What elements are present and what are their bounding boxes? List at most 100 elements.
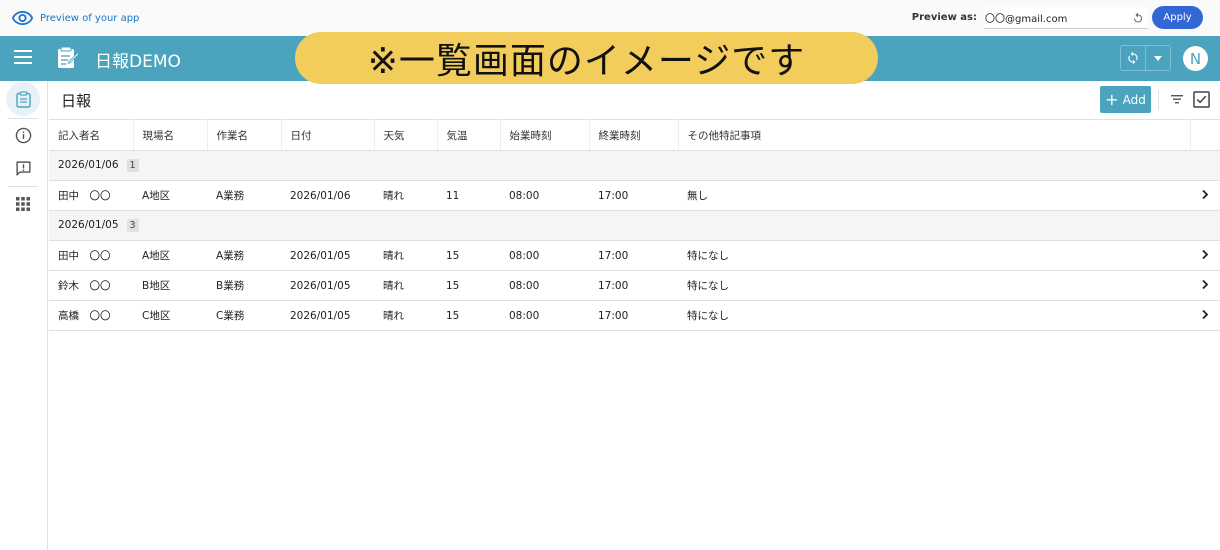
cell: 17:00 — [589, 240, 678, 271]
row-open-cell[interactable] — [1190, 180, 1220, 211]
column-header[interactable]: その他特記事項 — [678, 119, 1191, 151]
column-header[interactable]: 日付 — [281, 119, 375, 151]
cell: 15 — [437, 240, 500, 271]
group-cell: 2026/01/05 3 — [49, 210, 1220, 241]
group-label: 2026/01/06 — [58, 159, 119, 171]
cell: 無し — [678, 180, 1190, 211]
cell: 17:00 — [589, 270, 678, 301]
sync-button[interactable] — [1121, 46, 1147, 70]
caret-down-icon — [1154, 55, 1163, 61]
feedback-icon — [15, 160, 31, 176]
cell: 晴れ — [374, 300, 437, 331]
preview-as-label: Preview as: — [911, 12, 977, 23]
column-header[interactable]: 記入者名 — [49, 119, 134, 151]
sync-control — [1120, 45, 1171, 71]
apps-grid-icon — [16, 197, 30, 211]
cell: 特になし — [678, 270, 1190, 301]
cell: 晴れ — [374, 180, 437, 211]
cell: 08:00 — [500, 180, 589, 211]
table-row[interactable]: 鈴木 〇〇 B地区 B業務 2026/01/05 晴れ 15 08:00 17:… — [49, 270, 1220, 301]
cell: 晴れ — [374, 240, 437, 271]
column-header[interactable]: 気温 — [437, 119, 501, 151]
chevron-right-icon — [1202, 189, 1209, 199]
cell: 特になし — [678, 300, 1190, 331]
eye-icon — [12, 11, 33, 25]
cell: C地区 — [133, 300, 207, 331]
cell: 晴れ — [374, 270, 437, 301]
cell: 2026/01/05 — [281, 270, 374, 301]
clipboard-icon — [15, 90, 31, 108]
sync-dropdown[interactable] — [1146, 46, 1170, 70]
row-open-cell[interactable] — [1190, 300, 1220, 331]
app-title: 日報DEMO — [95, 52, 181, 72]
preview-bar: Preview of your app Preview as: Apply — [0, 0, 1220, 36]
avatar[interactable]: N — [1183, 46, 1208, 71]
column-header[interactable]: 現場名 — [133, 119, 208, 151]
nav-apps[interactable] — [6, 187, 40, 221]
cell: A業務 — [207, 180, 281, 211]
hamburger-menu-icon[interactable] — [14, 50, 32, 66]
chevron-right-icon — [1202, 249, 1209, 259]
left-nav-rail — [0, 81, 48, 550]
cell: 08:00 — [500, 240, 589, 271]
app-header: 日報DEMO ※一覧画面のイメージです N — [0, 32, 1220, 84]
preview-email-input[interactable] — [984, 6, 1148, 29]
cell: 田中 〇〇 — [49, 180, 133, 211]
table-header-row: 記入者名 現場名 作業名 日付 天気 気温 始業時刻 終業時刻 その他特記事項 — [49, 119, 1220, 151]
cell: 鈴木 〇〇 — [49, 270, 133, 301]
nav-feedback[interactable] — [6, 151, 40, 185]
cell: 17:00 — [589, 300, 678, 331]
cell: 2026/01/06 — [281, 180, 374, 211]
header-divider — [1158, 90, 1159, 110]
nav-info[interactable] — [6, 118, 40, 152]
filter-icon[interactable] — [1170, 92, 1184, 106]
chevron-right-icon — [1202, 309, 1209, 319]
reset-icon[interactable] — [1132, 12, 1144, 24]
nav-daily-report[interactable] — [6, 82, 40, 116]
cell: 田中 〇〇 — [49, 240, 133, 271]
column-header[interactable]: 終業時刻 — [589, 119, 679, 151]
preview-as-group: Preview as: Apply — [912, 6, 1203, 29]
add-button-label: Add — [1122, 92, 1146, 107]
view-header: 日報 + Add — [49, 81, 1220, 119]
cell: C業務 — [207, 300, 281, 331]
page-title: 日報 — [61, 92, 92, 110]
cell: 15 — [437, 270, 500, 301]
cell: B地区 — [133, 270, 207, 301]
row-open-cell[interactable] — [1190, 240, 1220, 271]
table-row[interactable]: 高橋 〇〇 C地区 C業務 2026/01/05 晴れ 15 08:00 17:… — [49, 300, 1220, 331]
table-row[interactable]: 田中 〇〇 A地区 A業務 2026/01/05 晴れ 15 08:00 17:… — [49, 240, 1220, 271]
group-row[interactable]: 2026/01/05 3 — [49, 210, 1220, 241]
sync-icon — [1128, 51, 1138, 65]
chevron-right-icon — [1202, 279, 1209, 289]
cell: 08:00 — [500, 270, 589, 301]
row-open-cell[interactable] — [1190, 270, 1220, 301]
column-header[interactable]: 作業名 — [207, 119, 282, 151]
cell: A地区 — [133, 240, 207, 271]
group-label: 2026/01/05 — [58, 219, 119, 231]
notepad-pencil-icon — [58, 46, 79, 68]
cell: B業務 — [207, 270, 281, 301]
group-count-badge: 1 — [126, 159, 139, 172]
cell: 高橋 〇〇 — [49, 300, 133, 331]
column-header[interactable]: 始業時刻 — [500, 119, 590, 151]
add-button[interactable]: + Add — [1100, 86, 1151, 113]
cell: 2026/01/05 — [281, 300, 374, 331]
cell: 15 — [437, 300, 500, 331]
cell: 11 — [437, 180, 500, 211]
checkbox-icon[interactable] — [1193, 91, 1210, 108]
cell: 17:00 — [589, 180, 678, 211]
group-cell: 2026/01/06 1 — [49, 150, 1220, 181]
preview-banner: ※一覧画面のイメージです — [295, 32, 878, 84]
group-count-badge: 3 — [126, 219, 139, 232]
preview-label: Preview of your app — [40, 12, 140, 24]
column-header[interactable]: 天気 — [374, 119, 438, 151]
cell: 08:00 — [500, 300, 589, 331]
column-header-spacer — [1190, 119, 1220, 151]
group-row[interactable]: 2026/01/06 1 — [49, 150, 1220, 181]
table-row[interactable]: 田中 〇〇 A地区 A業務 2026/01/06 晴れ 11 08:00 17:… — [49, 180, 1220, 211]
apply-button[interactable]: Apply — [1152, 6, 1203, 29]
cell: 特になし — [678, 240, 1190, 271]
info-icon — [15, 127, 31, 143]
plus-icon: + — [1105, 89, 1119, 109]
